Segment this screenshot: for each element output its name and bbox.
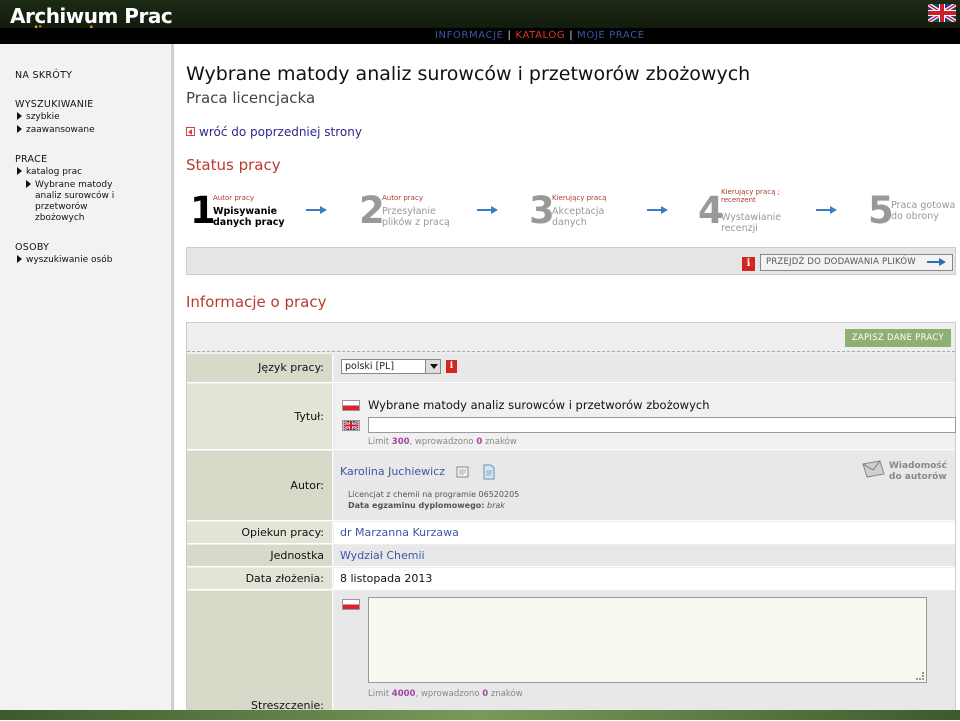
abstract-label: Streszczenie: bbox=[187, 591, 333, 720]
info-icon[interactable]: i bbox=[742, 257, 755, 271]
header: Archiwum Prac lic mgr dr INFORMACJE|KATA… bbox=[0, 0, 960, 44]
document-icon[interactable] bbox=[482, 464, 496, 480]
polish-flag-icon bbox=[342, 400, 360, 411]
supervisor-label: Opiekun pracy: bbox=[187, 522, 333, 543]
row-date: Data złożenia: 8 listopada 2013 bbox=[187, 568, 955, 590]
arrow-right-icon bbox=[927, 258, 947, 266]
thesis-info-form: ZAPISZ DANE PRACY Język pracy: polski [P… bbox=[186, 322, 956, 721]
supervisor-link[interactable]: dr Marzanna Kurzawa bbox=[340, 526, 459, 539]
title-pl-value: Wybrane matody analiz surowców i przetwo… bbox=[368, 398, 710, 412]
uk-flag-icon bbox=[342, 420, 360, 431]
nav-separator: | bbox=[507, 30, 512, 41]
unit-label: Jednostka organizacyjna: bbox=[187, 545, 333, 584]
arrow-right-icon bbox=[17, 112, 22, 120]
sidebar-item-szybkie[interactable]: szybkie bbox=[17, 112, 60, 122]
row-unit: Jednostka organizacyjna: Wydział Chemii bbox=[187, 545, 955, 584]
row-language: Język pracy: polski [PL] i bbox=[187, 354, 955, 383]
abstract-textarea[interactable] bbox=[368, 597, 927, 683]
sidebar: NA SKRÓTY WYSZUKIWANIE szybkie zaawansow… bbox=[0, 44, 174, 720]
page-subtitle: Praca licencjacka bbox=[186, 89, 316, 107]
sidebar-section-na-skroty[interactable]: NA SKRÓTY bbox=[15, 70, 72, 81]
nav-moje-prace[interactable]: MOJE PRACE bbox=[577, 30, 644, 41]
sidebar-section-prace: PRACE bbox=[15, 154, 48, 165]
arrow-right-icon bbox=[17, 167, 22, 175]
sidebar-section-osoby: OSOBY bbox=[15, 242, 50, 253]
row-supervisor: Opiekun pracy: dr Marzanna Kurzawa bbox=[187, 522, 955, 544]
date-label: Data złożenia: bbox=[187, 568, 333, 589]
sidebar-item-katalog-prac[interactable]: katalog prac bbox=[17, 167, 82, 177]
title-en-input[interactable] bbox=[368, 417, 956, 433]
step-arrow-icon bbox=[477, 206, 499, 214]
step-arrow-icon bbox=[816, 206, 838, 214]
language-select[interactable]: polski [PL] bbox=[341, 359, 441, 374]
step-arrow-icon bbox=[647, 206, 669, 214]
top-navigation: INFORMACJE | KATALOG | MOJE PRACE bbox=[0, 28, 960, 44]
step-arrow-icon bbox=[306, 206, 328, 214]
message-icon[interactable] bbox=[860, 459, 886, 481]
sidebar-item-wyszukiwanie-osob[interactable]: wyszukiwanie osób bbox=[17, 255, 112, 265]
language-label: Język pracy: bbox=[187, 354, 333, 382]
author-label: Autor: bbox=[187, 451, 333, 520]
dropdown-arrow-icon bbox=[425, 360, 440, 373]
page-title: Wybrane matody analiz surowców i przetwo… bbox=[186, 63, 751, 85]
status-action-bar: i PRZEJDŹ DO DODAWANIA PLIKÓW bbox=[186, 247, 956, 275]
author-name-link[interactable]: Karolina Juchiewicz bbox=[340, 465, 445, 478]
exam-date: Data egzaminu dyplomowego: brak bbox=[348, 501, 505, 510]
arrow-right-icon bbox=[17, 255, 22, 263]
author-program: Licencjat z chemii na programie 06520205 bbox=[348, 490, 520, 499]
uk-flag-icon[interactable] bbox=[928, 4, 956, 22]
status-section-title: Status pracy bbox=[186, 156, 281, 174]
title-label: Tytuł: bbox=[187, 384, 333, 449]
info-icon[interactable]: i bbox=[446, 360, 457, 373]
bottom-decoration-bar bbox=[0, 710, 960, 720]
row-author: Autor: Karolina Juchiewicz Licencjat z c… bbox=[187, 451, 955, 521]
sidebar-section-wyszukiwanie: WYSZUKIWANIE bbox=[15, 99, 94, 110]
main-content: Wybrane matody analiz surowców i przetwo… bbox=[186, 44, 960, 721]
nav-separator: | bbox=[569, 30, 574, 41]
date-value: 8 listopada 2013 bbox=[340, 572, 433, 585]
save-thesis-data-button[interactable]: ZAPISZ DANE PRACY bbox=[844, 329, 951, 347]
back-arrow-icon bbox=[186, 127, 195, 136]
title-char-limit: Limit 300, wprowadzono 0 znaków bbox=[368, 437, 517, 447]
sidebar-subitem-current-thesis[interactable]: Wybrane matody analiz surowców i przetwo… bbox=[26, 180, 130, 224]
message-to-authors-link[interactable]: Wiadomość do autorów bbox=[889, 461, 947, 483]
arrow-right-icon bbox=[26, 180, 31, 188]
edit-card-icon[interactable] bbox=[455, 464, 471, 480]
row-abstract: Streszczenie: Limit 4000, wprowadzono 0 … bbox=[187, 591, 955, 721]
resize-grip-icon[interactable] bbox=[916, 672, 924, 680]
sidebar-item-zaawansowane[interactable]: zaawansowane bbox=[17, 125, 95, 135]
nav-katalog[interactable]: KATALOG bbox=[516, 30, 566, 41]
arrow-right-icon bbox=[17, 125, 22, 133]
info-section-title: Informacje o pracy bbox=[186, 293, 327, 311]
row-title: Tytuł: Wybrane matody analiz surowców i … bbox=[187, 384, 956, 450]
abstract-char-limit: Limit 4000, wprowadzono 0 znaków bbox=[368, 689, 523, 699]
polish-flag-icon bbox=[342, 599, 360, 610]
unit-link[interactable]: Wydział Chemii bbox=[340, 549, 425, 562]
back-link[interactable]: wróć do poprzedniej strony bbox=[186, 125, 362, 139]
nav-informacje[interactable]: INFORMACJE bbox=[435, 30, 504, 41]
form-divider bbox=[187, 351, 955, 352]
go-to-file-upload-button[interactable]: PRZEJDŹ DO DODAWANIA PLIKÓW bbox=[760, 254, 953, 271]
